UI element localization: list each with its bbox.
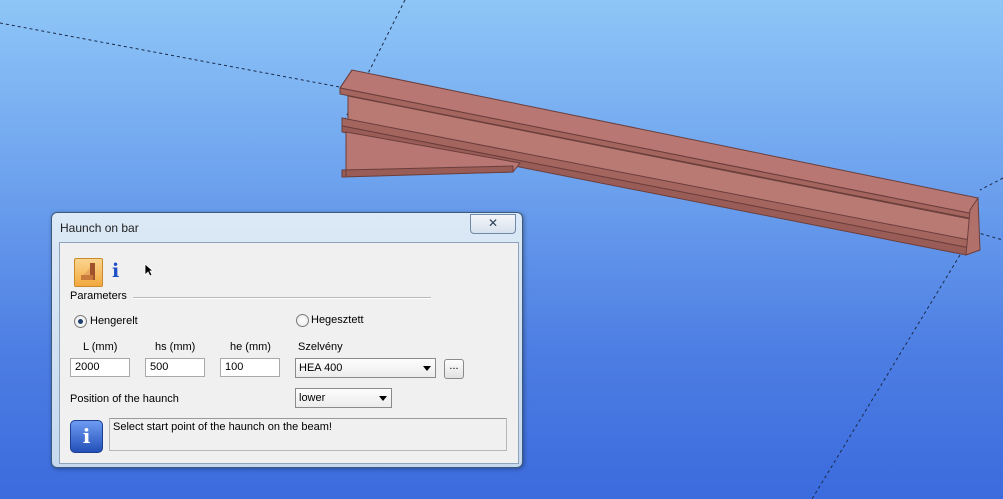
dialog-client-area: i Parameters Hengerelt Hegesztett L (mm)… [59, 242, 519, 464]
browse-section-button[interactable]: ... [444, 359, 464, 379]
section-select-value: HEA 400 [299, 362, 343, 374]
mouse-pointer-icon [144, 263, 155, 280]
length-label: L (mm) [83, 341, 118, 353]
haunch-dialog: Haunch on bar ✕ i Parameters Hengerelt H… [51, 212, 523, 468]
close-button[interactable]: ✕ [470, 214, 516, 234]
section-label: Szelvény [298, 341, 343, 353]
message-info-icon: i [70, 420, 103, 453]
info-icon[interactable]: i [112, 260, 119, 282]
position-select-value: lower [299, 392, 326, 404]
grid-line [0, 22, 346, 89]
position-label: Position of the haunch [70, 393, 179, 405]
position-select[interactable]: lower [295, 388, 392, 408]
length-input[interactable]: 2000 [70, 358, 130, 377]
radio-hegesztett-label[interactable]: Hegesztett [311, 314, 364, 326]
chevron-down-icon [379, 396, 387, 401]
hs-label: hs (mm) [155, 341, 196, 353]
haunch-tool-icon [81, 263, 95, 280]
haunch-tool-button[interactable] [74, 258, 103, 287]
grid-line [811, 254, 961, 499]
parameters-label: Parameters [70, 290, 127, 302]
radio-hengerelt-label[interactable]: Hengerelt [90, 315, 138, 327]
radio-hengerelt[interactable] [74, 315, 87, 328]
section-select[interactable]: HEA 400 [295, 358, 436, 378]
dialog-title: Haunch on bar [60, 221, 139, 235]
parameters-divider [133, 297, 431, 299]
he-input[interactable]: 100 [220, 358, 280, 377]
radio-hegesztett[interactable] [296, 314, 309, 327]
hs-input[interactable]: 500 [145, 358, 205, 377]
he-label: he (mm) [230, 341, 271, 353]
chevron-down-icon [423, 366, 431, 371]
grid-line [979, 177, 1003, 191]
status-message: Select start point of the haunch on the … [109, 418, 507, 451]
